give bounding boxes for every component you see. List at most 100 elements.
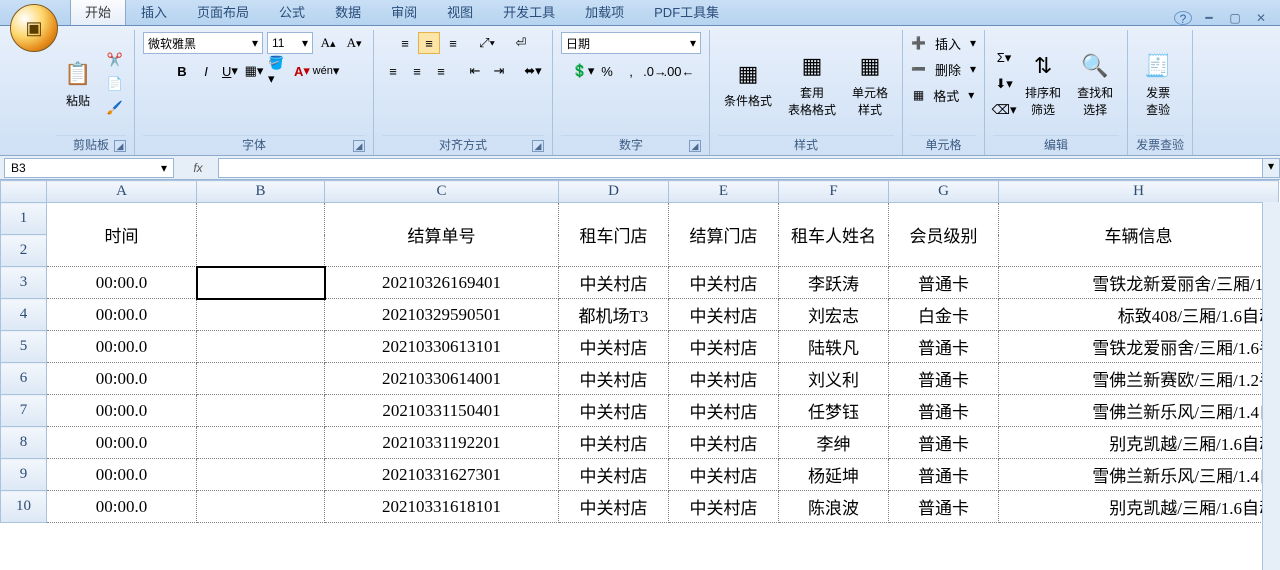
- tab-data[interactable]: 数据: [320, 0, 376, 25]
- minimize-button[interactable]: ━: [1200, 11, 1218, 25]
- cell-styles-button[interactable]: ▦单元格 样式: [846, 46, 894, 122]
- cell[interactable]: 普通卡: [889, 395, 999, 427]
- cell[interactable]: 中关村店: [559, 267, 669, 299]
- office-button[interactable]: ▣: [10, 4, 58, 52]
- orientation-button[interactable]: ⤢▾: [476, 32, 498, 54]
- cell[interactable]: 00:00.0: [47, 299, 197, 331]
- col-header-B[interactable]: B: [197, 181, 325, 203]
- format-button[interactable]: 格式: [928, 84, 964, 106]
- conditional-format-button[interactable]: ▦条件格式: [718, 54, 778, 113]
- cell[interactable]: 普通卡: [889, 427, 999, 459]
- cell[interactable]: [197, 395, 325, 427]
- autosum-button[interactable]: Σ▾: [993, 47, 1015, 69]
- tab-view[interactable]: 视图: [432, 0, 488, 25]
- header-cell[interactable]: 时间: [47, 203, 197, 267]
- header-cell[interactable]: 会员级别: [889, 203, 999, 267]
- copy-button[interactable]: 📄: [104, 73, 126, 95]
- format-table-button[interactable]: ▦套用 表格格式: [782, 46, 842, 122]
- formula-input[interactable]: [218, 158, 1262, 178]
- fill-button[interactable]: ⬇▾: [993, 73, 1015, 95]
- cell[interactable]: 雪佛兰新赛欧/三厢/1.2手: [999, 363, 1279, 395]
- cell[interactable]: 00:00.0: [47, 491, 197, 523]
- fx-button[interactable]: fx: [178, 161, 218, 175]
- spreadsheet-grid[interactable]: A B C D E F G H 1时间结算单号租车门店结算门店租车人姓名会员级别…: [0, 180, 1280, 570]
- col-header-H[interactable]: H: [999, 181, 1279, 203]
- tab-home[interactable]: 开始: [70, 0, 126, 25]
- border-button[interactable]: ▦▾: [243, 60, 265, 82]
- cell[interactable]: 普通卡: [889, 491, 999, 523]
- cell[interactable]: [197, 459, 325, 491]
- number-format-selector[interactable]: 日期▾: [561, 32, 701, 54]
- grow-font-button[interactable]: A▴: [317, 32, 339, 54]
- cell[interactable]: 00:00.0: [47, 427, 197, 459]
- cell[interactable]: 00:00.0: [47, 331, 197, 363]
- cell[interactable]: 普通卡: [889, 267, 999, 299]
- col-header-D[interactable]: D: [559, 181, 669, 203]
- row-header[interactable]: 10: [1, 491, 47, 523]
- tab-addins[interactable]: 加载项: [570, 0, 639, 25]
- italic-button[interactable]: I: [195, 60, 217, 82]
- cell[interactable]: 刘宏志: [779, 299, 889, 331]
- name-box[interactable]: B3▾: [4, 158, 174, 178]
- select-all-corner[interactable]: [1, 181, 47, 203]
- cell[interactable]: 中关村店: [669, 363, 779, 395]
- cell[interactable]: 普通卡: [889, 331, 999, 363]
- underline-button[interactable]: U▾: [219, 60, 241, 82]
- row-header[interactable]: 6: [1, 363, 47, 395]
- align-center-button[interactable]: ≡: [406, 60, 428, 82]
- col-header-C[interactable]: C: [325, 181, 559, 203]
- cell[interactable]: [197, 491, 325, 523]
- number-launcher[interactable]: ◢: [689, 140, 701, 152]
- col-header-F[interactable]: F: [779, 181, 889, 203]
- sort-filter-button[interactable]: ⇅排序和 筛选: [1019, 46, 1067, 122]
- cell[interactable]: 中关村店: [559, 491, 669, 523]
- cell[interactable]: 中关村店: [669, 459, 779, 491]
- cell[interactable]: 20210330614001: [325, 363, 559, 395]
- align-left-button[interactable]: ≡: [382, 60, 404, 82]
- cell[interactable]: 00:00.0: [47, 459, 197, 491]
- cell[interactable]: 中关村店: [559, 395, 669, 427]
- decrease-decimal-button[interactable]: .00←: [668, 60, 690, 82]
- invoice-check-button[interactable]: 🧾发票 查验: [1136, 46, 1180, 122]
- fill-color-button[interactable]: 🪣▾: [267, 60, 289, 82]
- cell[interactable]: 雪铁龙爱丽舍/三厢/1.6手: [999, 331, 1279, 363]
- header-cell[interactable]: 租车门店: [559, 203, 669, 267]
- tab-pdftools[interactable]: PDF工具集: [639, 0, 734, 25]
- tab-insert[interactable]: 插入: [126, 0, 182, 25]
- formula-expand-button[interactable]: ▾: [1262, 158, 1280, 178]
- clipboard-launcher[interactable]: ◢: [114, 140, 126, 152]
- delete-button[interactable]: 删除: [930, 58, 966, 80]
- cell[interactable]: 中关村店: [669, 267, 779, 299]
- cell[interactable]: 都机场T3: [559, 299, 669, 331]
- cell[interactable]: [197, 267, 325, 299]
- cell[interactable]: 杨延坤: [779, 459, 889, 491]
- insert-button[interactable]: 插入: [930, 32, 966, 54]
- cell[interactable]: 刘义利: [779, 363, 889, 395]
- cell[interactable]: 普通卡: [889, 459, 999, 491]
- merge-center-button[interactable]: ⬌▾: [522, 60, 544, 82]
- tab-developer[interactable]: 开发工具: [488, 0, 570, 25]
- font-color-button[interactable]: A▾: [291, 60, 313, 82]
- row-header[interactable]: 2: [1, 235, 47, 267]
- cell[interactable]: 别克凯越/三厢/1.6自动: [999, 427, 1279, 459]
- cell[interactable]: 中关村店: [559, 363, 669, 395]
- cell[interactable]: 20210329590501: [325, 299, 559, 331]
- phonetic-button[interactable]: wén▾: [315, 60, 337, 82]
- decrease-indent-button[interactable]: ⇤: [464, 60, 486, 82]
- font-launcher[interactable]: ◢: [353, 140, 365, 152]
- row-header[interactable]: 1: [1, 203, 47, 235]
- cell[interactable]: 雪佛兰新乐风/三厢/1.4自: [999, 395, 1279, 427]
- font-size-selector[interactable]: 11▾: [267, 32, 313, 54]
- accounting-button[interactable]: 💲▾: [572, 60, 594, 82]
- restore-button[interactable]: ▢: [1226, 11, 1244, 25]
- wrap-text-button[interactable]: ⏎: [510, 32, 532, 54]
- cell[interactable]: 陈浪波: [779, 491, 889, 523]
- shrink-font-button[interactable]: A▾: [343, 32, 365, 54]
- header-cell[interactable]: 结算门店: [669, 203, 779, 267]
- cell[interactable]: 20210331192201: [325, 427, 559, 459]
- font-name-selector[interactable]: 微软雅黑▾: [143, 32, 263, 54]
- percent-button[interactable]: %: [596, 60, 618, 82]
- align-middle-button[interactable]: ≡: [418, 32, 440, 54]
- paste-button[interactable]: 📋 粘贴: [56, 54, 100, 113]
- row-header[interactable]: 3: [1, 267, 47, 299]
